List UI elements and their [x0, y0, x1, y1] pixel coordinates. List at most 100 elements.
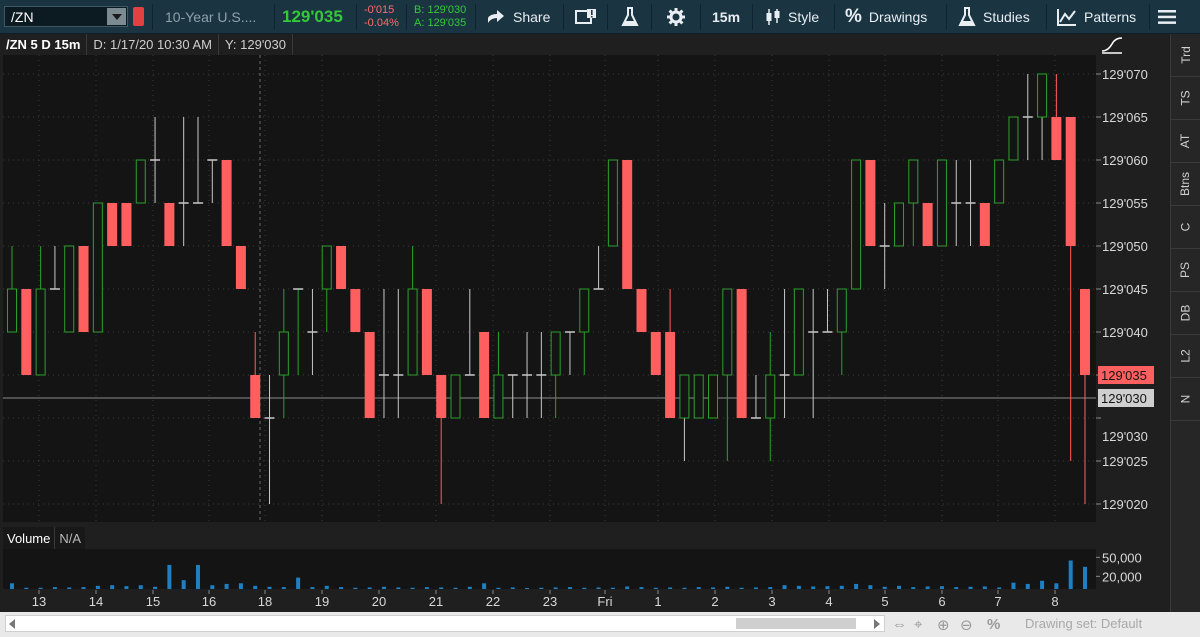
- candle[interactable]: [736, 289, 747, 418]
- candle[interactable]: [779, 289, 790, 418]
- right-tab-l2[interactable]: L2: [1171, 335, 1200, 378]
- candle[interactable]: [650, 332, 661, 375]
- drawing-set-selector[interactable]: Drawing set: Default: [1025, 616, 1142, 631]
- candle[interactable]: [264, 375, 275, 504]
- candle[interactable]: [679, 374, 690, 461]
- patterns-button[interactable]: Patterns: [1057, 0, 1136, 34]
- candle[interactable]: [622, 160, 633, 289]
- candle[interactable]: [92, 202, 103, 333]
- percent-icon[interactable]: %: [987, 616, 1000, 633]
- zoom-in-icon[interactable]: ⊕: [937, 616, 950, 634]
- crosshair-icon[interactable]: ⌖: [914, 616, 922, 633]
- drawings-button[interactable]: % Drawings: [845, 0, 927, 34]
- candle[interactable]: [665, 289, 676, 418]
- candle[interactable]: [64, 245, 75, 333]
- candle[interactable]: [35, 246, 46, 376]
- candle[interactable]: [364, 332, 375, 418]
- candle[interactable]: [221, 160, 232, 246]
- candle[interactable]: [421, 289, 432, 375]
- candle[interactable]: [507, 374, 518, 418]
- symbol-input[interactable]: /ZN: [11, 9, 34, 25]
- candle[interactable]: [708, 374, 719, 419]
- candle[interactable]: [579, 288, 590, 375]
- candle[interactable]: [293, 288, 304, 375]
- candle[interactable]: [107, 203, 118, 246]
- candle[interactable]: [207, 159, 218, 203]
- candle[interactable]: [178, 117, 189, 246]
- candlestick-chart[interactable]: [3, 55, 1096, 522]
- candle[interactable]: [750, 375, 761, 419]
- candle[interactable]: [951, 160, 962, 246]
- right-tab-n[interactable]: N: [1171, 378, 1200, 421]
- right-tab-ts[interactable]: TS: [1171, 77, 1200, 120]
- candle[interactable]: [7, 246, 17, 333]
- pan-icon[interactable]: ⇔: [892, 616, 907, 633]
- settings-button[interactable]: [667, 0, 685, 34]
- price-chart-panel[interactable]: [3, 55, 1096, 522]
- candle[interactable]: [78, 246, 89, 332]
- right-tab-c[interactable]: C: [1171, 206, 1200, 249]
- candle[interactable]: [894, 202, 905, 247]
- candle[interactable]: [865, 160, 876, 246]
- candle[interactable]: [1008, 116, 1019, 161]
- candle[interactable]: [636, 289, 647, 332]
- candle[interactable]: [879, 203, 890, 289]
- symbol-dropdown-button[interactable]: [107, 8, 126, 25]
- candle[interactable]: [564, 331, 575, 375]
- candle[interactable]: [607, 159, 618, 247]
- link-color-tag[interactable]: [133, 7, 144, 26]
- time-axis[interactable]: 13 14 15 16 18 19 20 21 22 23 Fri 1 2 3 4 5 6 7 8: [3, 590, 1096, 612]
- candle[interactable]: [922, 203, 933, 246]
- symbol-selector[interactable]: /ZN: [4, 6, 128, 27]
- candle[interactable]: [278, 289, 289, 418]
- candle[interactable]: [192, 117, 203, 204]
- candle[interactable]: [851, 159, 862, 290]
- candle[interactable]: [693, 374, 704, 419]
- candle[interactable]: [522, 332, 533, 418]
- candle[interactable]: [21, 289, 32, 375]
- candle[interactable]: [436, 375, 447, 504]
- candle[interactable]: [479, 332, 490, 418]
- right-tab-trd[interactable]: Trd: [1171, 34, 1200, 77]
- right-tab-at[interactable]: AT: [1171, 120, 1200, 163]
- candle[interactable]: [49, 246, 60, 290]
- candle[interactable]: [836, 288, 847, 375]
- candle[interactable]: [135, 159, 146, 204]
- candle[interactable]: [822, 289, 833, 333]
- candle[interactable]: [493, 332, 504, 419]
- candle[interactable]: [393, 289, 404, 418]
- candle[interactable]: [979, 203, 990, 246]
- candle[interactable]: [350, 289, 361, 332]
- horizontal-scrollbar[interactable]: [5, 615, 885, 632]
- candle[interactable]: [235, 246, 246, 289]
- candle[interactable]: [908, 159, 919, 246]
- candle[interactable]: [250, 332, 261, 418]
- candle[interactable]: [164, 203, 175, 246]
- candle[interactable]: [536, 332, 547, 418]
- candle[interactable]: [407, 246, 418, 376]
- auto-scale-icon[interactable]: [1100, 36, 1124, 54]
- candle[interactable]: [994, 159, 1005, 204]
- share-button[interactable]: Share: [486, 0, 550, 34]
- right-tab-ps[interactable]: PS: [1171, 249, 1200, 292]
- candle[interactable]: [593, 246, 604, 290]
- candle[interactable]: [150, 117, 161, 203]
- candle[interactable]: [1065, 117, 1076, 461]
- candle[interactable]: [378, 289, 389, 418]
- candle[interactable]: [121, 203, 132, 246]
- candle[interactable]: [1080, 289, 1090, 504]
- right-tab-btns[interactable]: Btns: [1171, 163, 1200, 206]
- candle[interactable]: [765, 332, 776, 461]
- candle[interactable]: [1022, 74, 1033, 160]
- price-axis[interactable]: 129'070 129'065 129'060 129'055 129'050 129'0…: [1096, 55, 1166, 522]
- timeframe-selector[interactable]: 15m: [712, 0, 740, 34]
- candle[interactable]: [1051, 74, 1062, 160]
- candle[interactable]: [550, 331, 561, 418]
- chart-menu-button[interactable]: [1157, 0, 1177, 34]
- volume-panel[interactable]: [3, 549, 1096, 589]
- volume-bars[interactable]: [3, 549, 1096, 589]
- scrollbar-thumb[interactable]: [736, 618, 856, 629]
- flask-button[interactable]: [621, 0, 639, 34]
- candle[interactable]: [793, 288, 804, 376]
- candle[interactable]: [808, 289, 819, 418]
